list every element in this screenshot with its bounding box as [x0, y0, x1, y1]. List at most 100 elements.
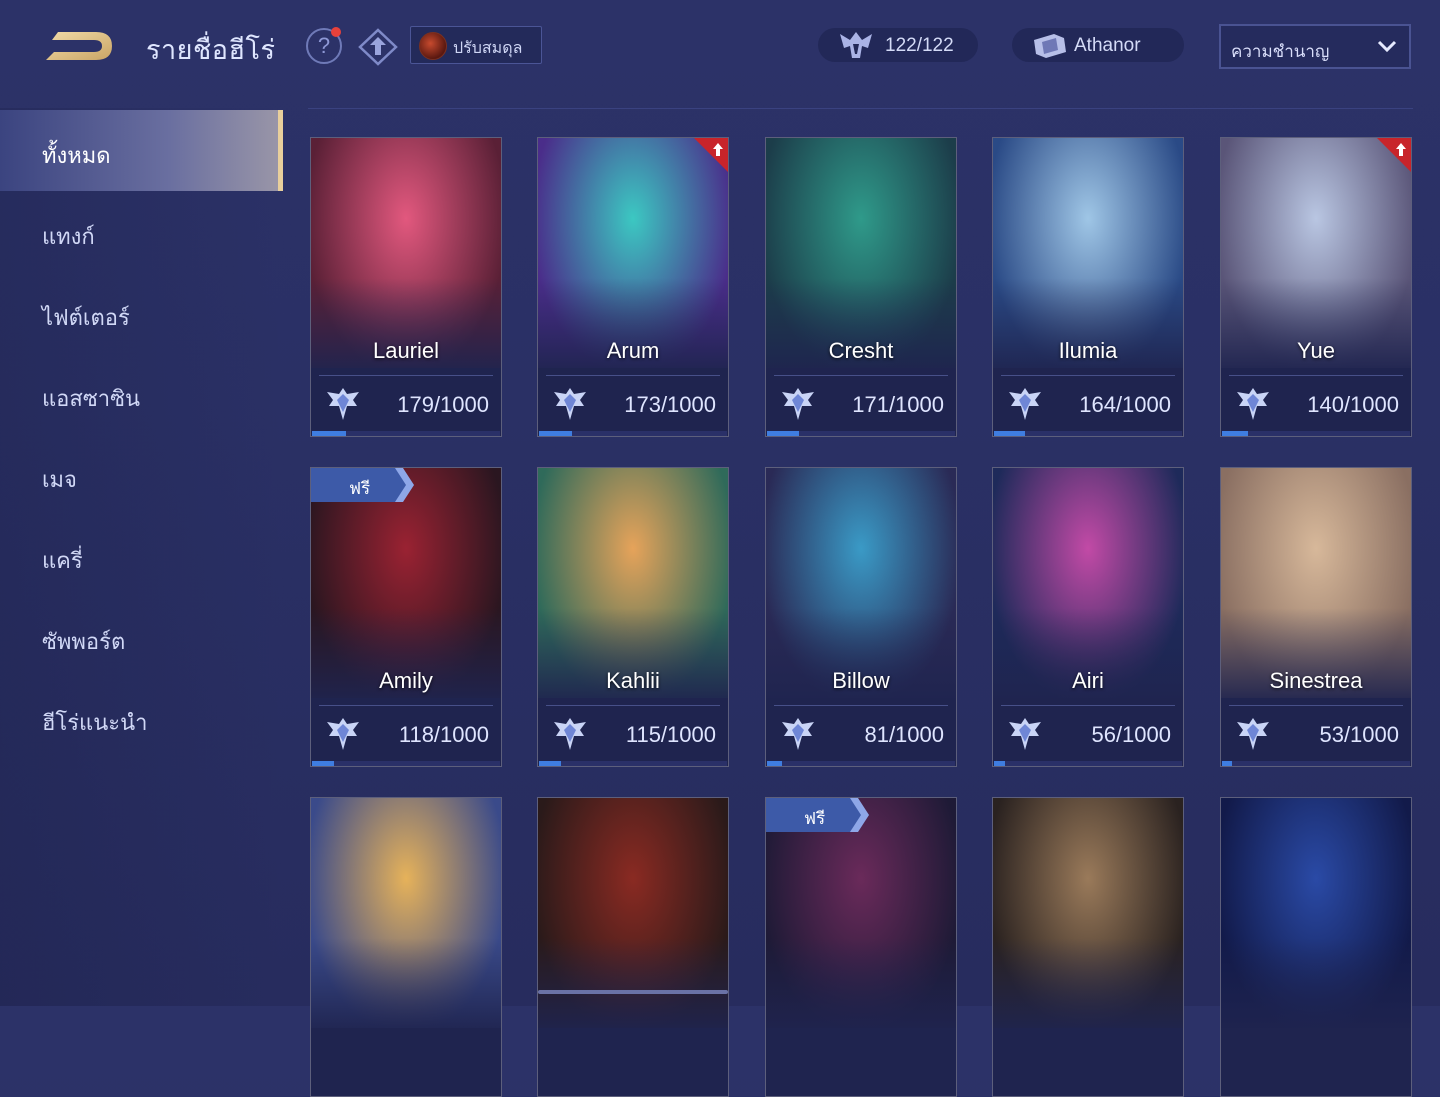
- athanor-label: Athanor: [1074, 35, 1141, 56]
- hero-portrait: [311, 798, 501, 1028]
- mastery-progress-bar: [1222, 761, 1232, 766]
- sidebar-item-fighter[interactable]: ไฟต์เตอร์: [0, 272, 283, 353]
- hero-name: Sinestrea: [1269, 668, 1363, 693]
- hero-portrait: [766, 798, 956, 1028]
- mastery-crest-icon: [1005, 386, 1045, 422]
- free-badge-label: ฟรี: [349, 479, 371, 498]
- mastery-progress-track: [312, 761, 500, 766]
- upgrade-arrow-icon: [694, 138, 728, 172]
- athanor-pill[interactable]: Athanor: [1012, 28, 1184, 62]
- hero-card[interactable]: [310, 797, 502, 1097]
- hero-card[interactable]: Billow 81/1000: [765, 467, 957, 767]
- mastery-points: 81/1000: [864, 722, 944, 747]
- mastery-progress-bar: [312, 431, 346, 436]
- hero-portrait: [538, 138, 728, 368]
- mastery-progress-bar: [539, 431, 572, 436]
- hero-name: Cresht: [828, 338, 894, 363]
- sidebar-item-carry[interactable]: แครี่: [0, 515, 283, 596]
- hero-portrait: [993, 138, 1183, 368]
- hero-card[interactable]: Sinestrea 53/1000: [1220, 467, 1412, 767]
- hero-card[interactable]: Kahlii 115/1000: [537, 467, 729, 767]
- mastery-points: 164/1000: [1079, 392, 1171, 417]
- sidebar-item-label: ไฟต์เตอร์: [42, 305, 130, 330]
- hero-portrait: [538, 468, 728, 698]
- hero-card[interactable]: Yue 140/1000: [1220, 137, 1412, 437]
- hero-card[interactable]: [1220, 797, 1412, 1097]
- notification-dot: [331, 27, 341, 37]
- mastery-progress-bar: [312, 761, 334, 766]
- sidebar-item-label: ฮีโร่แนะนำ: [42, 710, 148, 735]
- hero-name: Amily: [379, 668, 433, 693]
- hero-portrait: [311, 468, 501, 698]
- hero-name: Kahlii: [606, 668, 660, 693]
- card-divider: [319, 705, 493, 706]
- mastery-progress-bar: [539, 761, 561, 766]
- rank-up-icon[interactable]: [358, 28, 398, 66]
- mastery-progress-track: [1222, 761, 1410, 766]
- mastery-progress-bar: [767, 431, 799, 436]
- hero-name: Arum: [606, 338, 660, 363]
- sidebar-item-support[interactable]: ซัพพอร์ต: [0, 596, 283, 677]
- free-badge-label: ฟรี: [804, 809, 826, 828]
- athanor-icon: [1030, 30, 1070, 60]
- upgrade-arrow-icon: [1377, 138, 1411, 172]
- sidebar-item-tank[interactable]: แทงก์: [0, 191, 283, 272]
- mastery-points: 173/1000: [624, 392, 716, 417]
- mastery-crest-icon: [550, 386, 590, 422]
- hero-name: Ilumia: [1058, 338, 1118, 363]
- hero-card[interactable]: ฟรี: [765, 797, 957, 1097]
- card-divider: [1001, 375, 1175, 376]
- mastery-progress-track: [539, 761, 727, 766]
- hero-portrait: [766, 138, 956, 368]
- sidebar-item-label: ทั้งหมด: [42, 143, 111, 168]
- mastery-crest-icon: [778, 386, 818, 422]
- hero-portrait: [766, 468, 956, 698]
- sort-dropdown[interactable]: ความชำนาญ: [1219, 24, 1411, 69]
- balance-adjust-button[interactable]: ปรับสมดุล: [410, 26, 542, 64]
- sort-selected-value: ความชำนาญ: [1231, 42, 1330, 61]
- hero-portrait: [1221, 468, 1411, 698]
- sidebar-item-recommended[interactable]: ฮีโร่แนะนำ: [0, 677, 283, 758]
- mastery-points: 171/1000: [852, 392, 944, 417]
- chevron-down-icon: [1377, 39, 1397, 53]
- mastery-crest-icon: [778, 716, 818, 752]
- mastery-crest-icon: [323, 386, 363, 422]
- sidebar-item-label: แทงก์: [42, 224, 95, 249]
- mastery-crest-icon: [1233, 716, 1273, 752]
- page-title: รายชื่อฮีโร่: [146, 35, 276, 65]
- free-badge: ฟรี: [766, 798, 869, 832]
- mastery-points: 118/1000: [398, 722, 489, 747]
- mastery-progress-track: [767, 761, 955, 766]
- hero-count: 122/122: [885, 35, 954, 56]
- mastery-crest-icon: [1005, 716, 1045, 752]
- hero-avatar: [419, 32, 447, 60]
- hero-card[interactable]: Cresht 171/1000: [765, 137, 957, 437]
- sidebar-item-all[interactable]: ทั้งหมด: [0, 110, 283, 191]
- hero-portrait: [1221, 138, 1411, 368]
- hero-name: Airi: [1072, 668, 1104, 693]
- hero-card[interactable]: [537, 797, 729, 1097]
- hero-crest-icon: [836, 30, 876, 60]
- mastery-points: 140/1000: [1307, 392, 1399, 417]
- mastery-crest-icon: [1233, 386, 1273, 422]
- hero-portrait: [993, 468, 1183, 698]
- hero-card[interactable]: [992, 797, 1184, 1097]
- sidebar-item-assassin[interactable]: แอสซาซิน: [0, 353, 283, 434]
- back-icon[interactable]: [44, 28, 116, 64]
- mastery-crest-icon: [323, 716, 363, 752]
- scrollbar-thumb[interactable]: [538, 990, 728, 994]
- mastery-points: 56/1000: [1091, 722, 1171, 747]
- hero-card[interactable]: Ilumia 164/1000: [992, 137, 1184, 437]
- mastery-crest-icon: [550, 716, 590, 752]
- mastery-progress-bar: [1222, 431, 1248, 436]
- hero-card[interactable]: Lauriel 179/1000: [310, 137, 502, 437]
- mastery-progress-track: [994, 761, 1182, 766]
- hero-card[interactable]: Airi 56/1000: [992, 467, 1184, 767]
- sidebar-item-label: เมจ: [42, 467, 77, 492]
- balance-adjust-label: ปรับสมดุล: [453, 40, 523, 57]
- sidebar-item-mage[interactable]: เมจ: [0, 434, 283, 515]
- hero-card[interactable]: Arum 173/1000: [537, 137, 729, 437]
- hero-card[interactable]: ฟรี Amily 118/1000: [310, 467, 502, 767]
- hero-portrait: [1221, 798, 1411, 1028]
- mastery-progress-bar: [994, 761, 1005, 766]
